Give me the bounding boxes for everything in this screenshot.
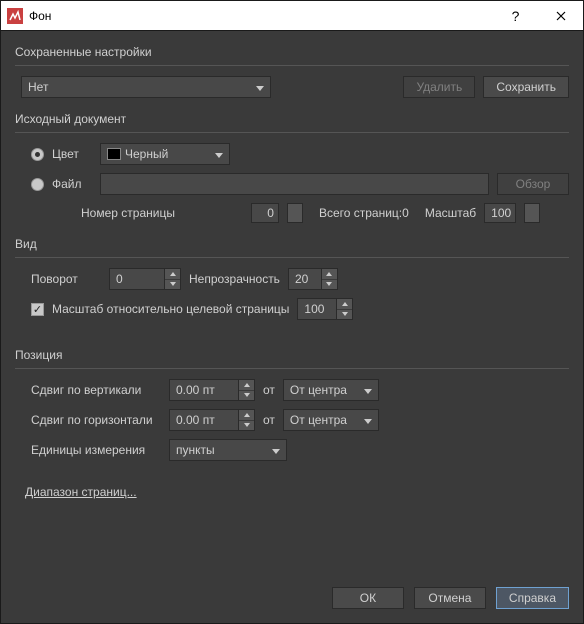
rotation-value: 0 xyxy=(110,269,164,289)
horizontal-from-select[interactable]: От центра xyxy=(283,409,379,431)
vertical-from-select[interactable]: От центра xyxy=(283,379,379,401)
stepper-up-icon[interactable] xyxy=(165,269,180,280)
source-scale-input[interactable]: 100 xyxy=(484,203,516,223)
chevron-down-icon xyxy=(272,443,280,457)
app-logo-icon xyxy=(7,8,23,24)
divider xyxy=(15,132,569,133)
color-radio-label: Цвет xyxy=(52,147,92,161)
page-range-link[interactable]: Диапазон страниц... xyxy=(25,485,137,499)
position-heading: Позиция xyxy=(15,348,569,362)
color-swatch-icon xyxy=(107,148,121,160)
horizontal-offset-label: Сдвиг по горизонтали xyxy=(31,413,161,427)
stepper-up-icon[interactable] xyxy=(239,380,254,391)
chevron-down-icon xyxy=(256,80,264,94)
help-button[interactable]: ? xyxy=(493,1,538,30)
save-preset-button[interactable]: Сохранить xyxy=(483,76,569,98)
ok-button[interactable]: ОК xyxy=(332,587,404,609)
units-value: пункты xyxy=(176,443,215,457)
source-file-radio[interactable] xyxy=(31,178,44,191)
horizontal-offset-value: 0.00 пт xyxy=(170,410,238,430)
color-select[interactable]: Черный xyxy=(100,143,230,165)
units-label: Единицы измерения xyxy=(31,443,161,457)
opacity-label: Непрозрачность xyxy=(189,272,280,286)
file-radio-label: Файл xyxy=(52,177,92,191)
source-color-radio[interactable] xyxy=(31,148,44,161)
vertical-from-value: От центра xyxy=(290,383,347,397)
cancel-button[interactable]: Отмена xyxy=(414,587,486,609)
stepper-up-icon[interactable] xyxy=(337,299,352,310)
from-label: от xyxy=(263,383,275,397)
divider xyxy=(15,257,569,258)
vertical-offset-label: Сдвиг по вертикали xyxy=(31,383,161,397)
file-path-input[interactable] xyxy=(100,173,489,195)
page-number-input[interactable]: 0 xyxy=(251,203,279,223)
from-label: от xyxy=(263,413,275,427)
stepper-down-icon[interactable] xyxy=(239,391,254,401)
vertical-offset-stepper[interactable]: 0.00 пт xyxy=(169,379,255,401)
page-number-stepper[interactable] xyxy=(287,203,303,223)
units-select[interactable]: пункты xyxy=(169,439,287,461)
page-number-label: Номер страницы xyxy=(81,206,175,220)
opacity-stepper[interactable]: 20 xyxy=(288,268,338,290)
horizontal-offset-stepper[interactable]: 0.00 пт xyxy=(169,409,255,431)
stepper-down-icon[interactable] xyxy=(165,280,180,290)
source-heading: Исходный документ xyxy=(15,112,569,126)
stepper-down-icon[interactable] xyxy=(322,280,337,290)
stepper-down-icon[interactable] xyxy=(337,310,352,320)
stepper-up-icon[interactable] xyxy=(322,269,337,280)
source-scale-stepper[interactable] xyxy=(524,203,540,223)
window-title: Фон xyxy=(29,9,493,23)
divider xyxy=(15,368,569,369)
scale-relative-stepper[interactable]: 100 xyxy=(297,298,353,320)
horizontal-from-value: От центра xyxy=(290,413,347,427)
divider xyxy=(15,65,569,66)
scale-label: Масштаб xyxy=(425,206,476,220)
scale-relative-value: 100 xyxy=(298,299,336,319)
opacity-value: 20 xyxy=(289,269,321,289)
close-button[interactable] xyxy=(538,1,583,30)
help-footer-button[interactable]: Справка xyxy=(496,587,569,609)
scale-relative-checkbox[interactable]: ✓ xyxy=(31,303,44,316)
preset-select[interactable]: Нет xyxy=(21,76,271,98)
chevron-down-icon xyxy=(364,383,372,397)
delete-preset-button[interactable]: Удалить xyxy=(403,76,475,98)
vertical-offset-value: 0.00 пт xyxy=(170,380,238,400)
chevron-down-icon xyxy=(364,413,372,427)
chevron-down-icon xyxy=(215,147,223,161)
presets-heading: Сохраненные настройки xyxy=(15,45,569,59)
dialog-footer: ОК Отмена Справка xyxy=(1,575,583,623)
browse-button[interactable]: Обзор xyxy=(497,173,569,195)
stepper-down-icon[interactable] xyxy=(239,421,254,431)
appearance-heading: Вид xyxy=(15,237,569,251)
color-select-value: Черный xyxy=(125,147,168,161)
stepper-up-icon[interactable] xyxy=(239,410,254,421)
preset-select-value: Нет xyxy=(28,80,48,94)
rotation-label: Поворот xyxy=(31,272,101,286)
total-pages-label: Всего страниц:0 xyxy=(319,206,409,220)
scale-relative-label: Масштаб относительно целевой страницы xyxy=(52,302,289,316)
window-titlebar: Фон ? xyxy=(1,1,583,31)
rotation-stepper[interactable]: 0 xyxy=(109,268,181,290)
